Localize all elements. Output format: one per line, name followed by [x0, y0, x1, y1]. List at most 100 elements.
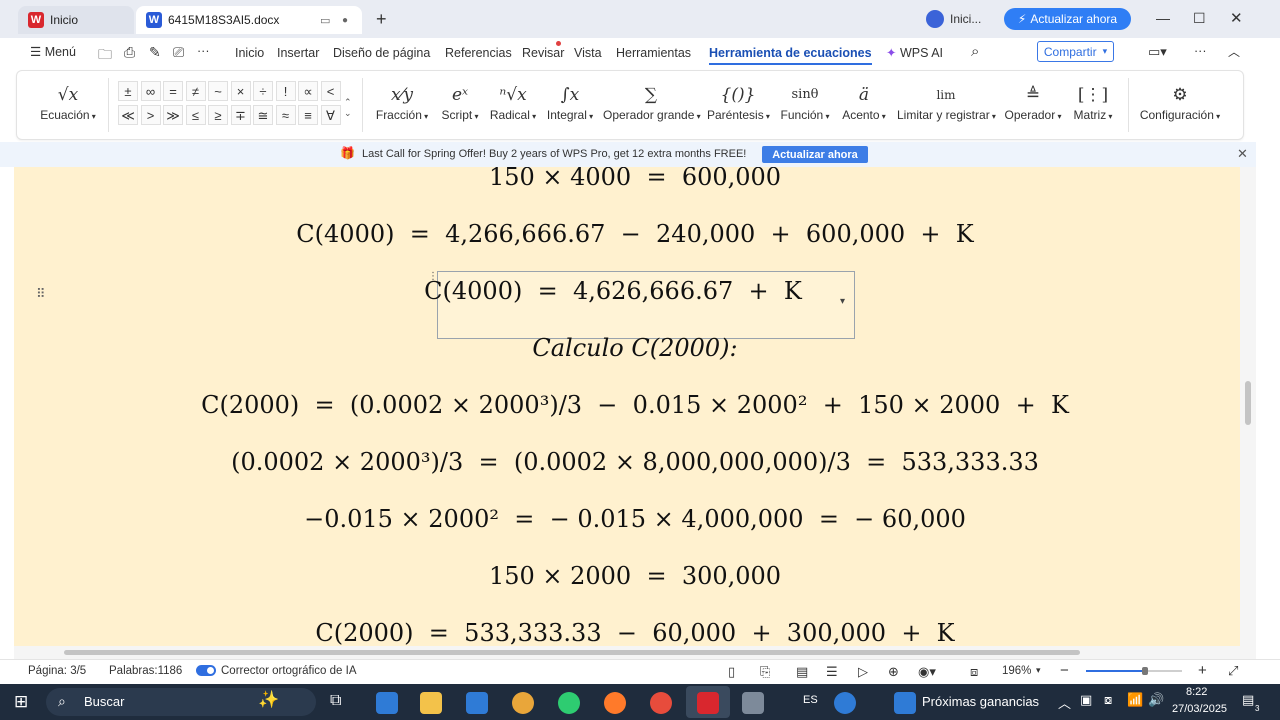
equation-button[interactable]: √x Ecuación ▾	[38, 82, 98, 122]
symbol-button[interactable]: ∞	[140, 81, 161, 101]
minimize-icon[interactable]: —	[1156, 10, 1170, 26]
symbol-button[interactable]: ∓	[230, 105, 251, 125]
menu-equation-tools[interactable]: Herramienta de ecuaciones	[709, 46, 872, 65]
symbol-button[interactable]: <	[320, 81, 341, 101]
operator-button[interactable]: ≜ Operador ▾	[1003, 82, 1063, 122]
matrix-button[interactable]: [⋮] Matriz ▾	[1070, 82, 1116, 122]
wps-taskbar-icon[interactable]	[697, 692, 719, 714]
tab-home[interactable]: W Inicio	[18, 6, 134, 34]
monitor-icon[interactable]: ▭	[320, 14, 330, 27]
user-label[interactable]: Inici...	[950, 12, 981, 26]
play-icon[interactable]: ▷	[858, 664, 868, 680]
tab-document[interactable]: W 6415M18S3AI5.docx ▭ ●	[136, 6, 362, 34]
function-button[interactable]: sinθ Función ▾	[778, 82, 832, 122]
accent-button[interactable]: ä Acento ▾	[840, 82, 888, 122]
copilot-sparkle-icon[interactable]: ✨	[258, 690, 279, 710]
new-tab-icon[interactable]: +	[376, 9, 387, 30]
menu-herramientas[interactable]: Herramientas	[616, 46, 691, 60]
file-explorer-icon[interactable]	[420, 692, 442, 714]
zoom-level[interactable]: 196%	[1002, 665, 1031, 677]
symbol-button[interactable]: =	[163, 81, 183, 101]
tab-close-dot-icon[interactable]: ●	[342, 15, 348, 26]
menu-button[interactable]: ☰ Menú	[30, 44, 76, 59]
gallery-scroll-icon[interactable]: ⌃ ⌄	[344, 97, 352, 119]
format-painter-icon[interactable]: ✎	[149, 44, 161, 61]
banner-close-icon[interactable]: ✕	[1237, 146, 1248, 162]
menu-vista[interactable]: Vista	[574, 46, 602, 60]
page-view-icon[interactable]: ⎘	[760, 664, 770, 680]
save-icon[interactable]: ⎙	[124, 44, 135, 61]
equation-line-7[interactable]: −0.015 × 2000² = − 0.015 × 4,000,000 = −…	[14, 505, 1256, 533]
print-layout-icon[interactable]: ▤	[796, 664, 808, 680]
wps-ai-button[interactable]: ✦ WPS AI	[886, 45, 943, 60]
help-icon[interactable]	[834, 692, 856, 714]
symbol-button[interactable]: ±	[118, 81, 138, 101]
vertical-scroll-thumb[interactable]	[1245, 381, 1251, 425]
document-page[interactable]: ▾ ⋮ 150 × 4000 = 600,000 C(4000) = 4,266…	[14, 167, 1256, 646]
spellcheck-toggle[interactable]	[196, 665, 216, 676]
vertical-scrollbar[interactable]	[1240, 167, 1256, 646]
close-window-icon[interactable]: ✕	[1230, 9, 1243, 27]
equation-line-1[interactable]: 150 × 4000 = 600,000	[14, 167, 1256, 191]
collapse-ribbon-icon[interactable]: ︿	[1228, 43, 1240, 60]
mail-icon[interactable]	[376, 692, 398, 714]
large-operator-button[interactable]: ∑ Operador grande ▾	[603, 82, 701, 122]
zoom-in-icon[interactable]: +	[1198, 662, 1207, 679]
task-view-icon[interactable]: ⧉	[330, 692, 341, 710]
menu-insertar[interactable]: Insertar	[277, 46, 319, 60]
bracket-button[interactable]: {()} Paréntesis ▾	[707, 82, 770, 122]
tray-app-icon[interactable]: ▣	[1080, 692, 1092, 708]
outline-icon[interactable]: ☰	[826, 664, 838, 680]
banner-upgrade-button[interactable]: Actualizar ahora	[762, 146, 868, 163]
symbol-button[interactable]: ≥	[208, 105, 228, 125]
menu-diseno[interactable]: Diseño de página	[333, 46, 430, 60]
word-count[interactable]: Palabras:1186	[109, 665, 182, 677]
whatsapp-icon[interactable]	[558, 692, 580, 714]
clock-date[interactable]: 27/03/2025	[1172, 703, 1227, 715]
upgrade-button[interactable]: ⚡ Actualizar ahora	[1004, 8, 1131, 30]
equation-line-2[interactable]: C(4000) = 4,266,666.67 − 240,000 + 600,0…	[14, 220, 1256, 248]
symbol-button[interactable]: ∝	[298, 81, 318, 101]
symbol-button[interactable]: ≪	[118, 105, 138, 125]
symbol-button[interactable]: ~	[208, 81, 228, 101]
comment-icon[interactable]: ▭▾	[1148, 44, 1167, 60]
chrome-icon[interactable]	[512, 692, 534, 714]
eye-protection-icon[interactable]: ◉▾	[918, 664, 936, 680]
horizontal-scrollbar[interactable]	[14, 646, 1256, 659]
print-icon[interactable]: ⎚	[173, 44, 184, 61]
drag-handle-icon[interactable]: ⠿	[36, 286, 46, 302]
symbol-button[interactable]: ≤	[185, 105, 206, 125]
search-icon[interactable]: ⌕	[971, 43, 979, 60]
radical-button[interactable]: ⁿ√x Radical ▾	[488, 82, 538, 122]
store-icon[interactable]	[466, 692, 488, 714]
symbol-button[interactable]: !	[275, 81, 296, 101]
weather-label[interactable]: Próximas ganancias	[922, 694, 1039, 709]
equation-line-4[interactable]: Calculo C(2000):	[14, 334, 1256, 362]
symbol-button[interactable]: ≠	[185, 81, 206, 101]
read-mode-icon[interactable]: ▯	[728, 664, 735, 680]
chrome-profile-icon[interactable]	[650, 692, 672, 714]
clock-time[interactable]: 8:22	[1186, 686, 1207, 698]
symbol-button[interactable]: >	[140, 105, 161, 125]
zoom-slider[interactable]	[1086, 667, 1182, 675]
firefox-icon[interactable]	[604, 692, 626, 714]
equation-line-3[interactable]: C(4000) = 4,626,666.67 + K	[14, 277, 1234, 305]
more-icon[interactable]: ···	[197, 44, 210, 58]
open-folder-icon[interactable]: 🗀	[98, 44, 112, 68]
menu-referencias[interactable]: Referencias	[445, 46, 512, 60]
zoom-out-icon[interactable]: −	[1060, 662, 1069, 679]
fraction-button[interactable]: x⁄y Fracción ▾	[374, 82, 430, 122]
zoom-dropdown-icon[interactable]: ▾	[1036, 665, 1041, 676]
tray-app-icon[interactable]: ⧇	[1104, 692, 1112, 708]
web-layout-icon[interactable]: ⊕	[888, 664, 899, 680]
script-button[interactable]: eˣ Script ▾	[438, 82, 482, 122]
maximize-icon[interactable]: ☐	[1193, 10, 1206, 27]
symbol-button[interactable]: ×	[230, 81, 251, 101]
symbol-button[interactable]: ÷	[253, 81, 273, 101]
symbol-button[interactable]: ≅	[253, 105, 273, 125]
notifications-icon[interactable]: ▤	[1242, 692, 1254, 708]
app-icon[interactable]	[742, 692, 764, 714]
language-indicator[interactable]: ES	[803, 694, 818, 706]
integral-button[interactable]: ∫x Integral ▾	[544, 82, 596, 122]
settings-button[interactable]: ⚙ Configuración ▾	[1138, 82, 1222, 122]
